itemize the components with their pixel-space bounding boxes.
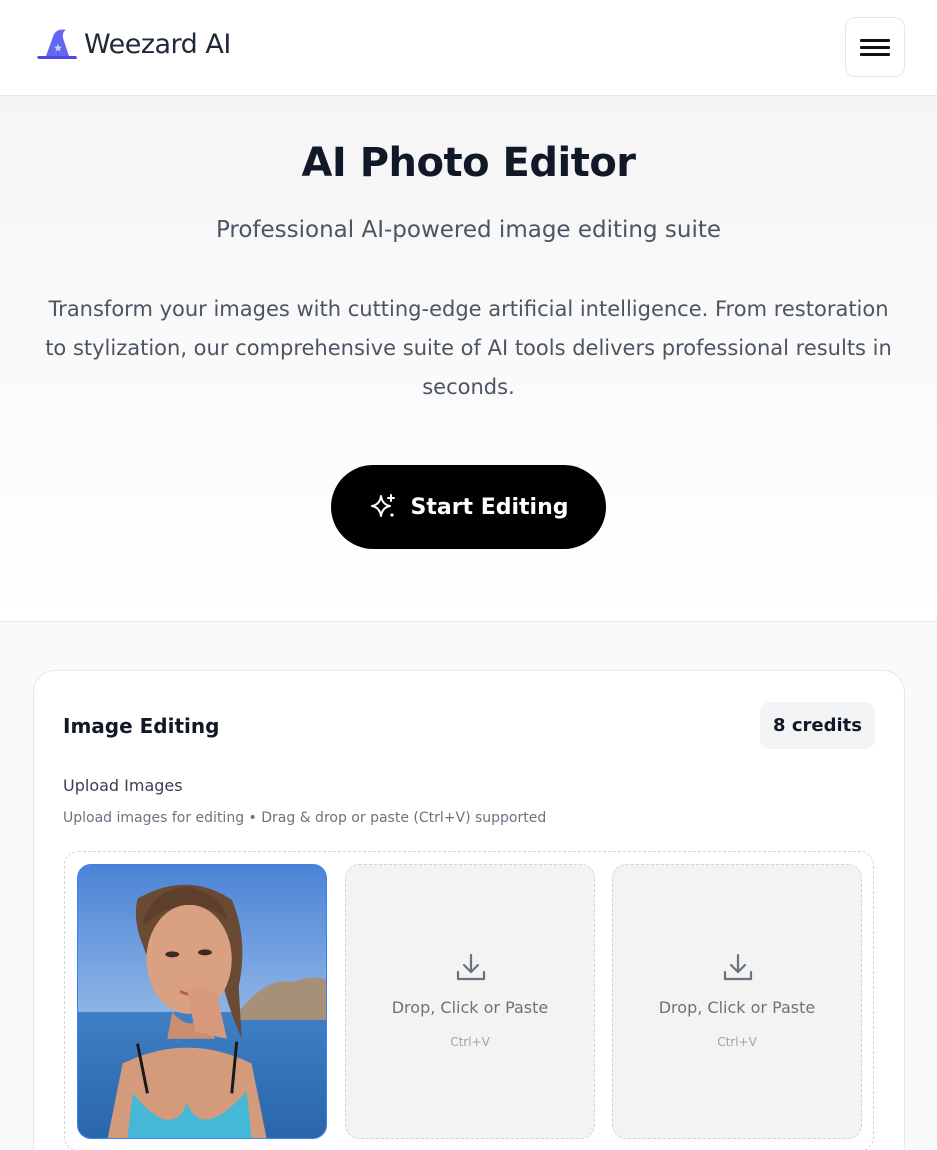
wizard-hat-icon — [37, 29, 77, 59]
page-title: AI Photo Editor — [301, 140, 636, 186]
hero-description: Transform your images with cutting-edge … — [45, 297, 892, 399]
logo-text: Weezard AI — [84, 28, 231, 60]
hero-subtitle: Professional AI-powered image editing su… — [215, 217, 722, 243]
download-tray-icon — [456, 953, 486, 981]
drop-label: Drop, Click or Paste — [391, 998, 549, 1017]
hamburger-menu-icon — [860, 38, 890, 42]
credits-badge: 8 credits — [760, 702, 875, 749]
paste-shortcut-hint: Ctrl+V — [450, 1035, 490, 1049]
uploaded-image-thumbnail[interactable] — [77, 864, 327, 1139]
upload-dropzone[interactable]: Drop, Click or Paste Ctrl+V Drop, Click … — [64, 851, 874, 1150]
menu-button[interactable] — [845, 17, 905, 77]
drop-label: Drop, Click or Paste — [658, 998, 816, 1017]
image-editing-card: Image Editing 8 credits Upload Images Up… — [33, 670, 905, 1150]
start-editing-label: Start Editing — [410, 494, 569, 520]
card-title: Image Editing — [63, 714, 220, 738]
download-tray-icon — [723, 953, 753, 981]
upload-help-text: Upload images for editing • Drag & drop … — [63, 810, 547, 826]
uploaded-photo — [78, 865, 326, 1138]
upload-slot[interactable]: Drop, Click or Paste Ctrl+V — [345, 864, 595, 1139]
hero-section: AI Photo Editor Professional AI-powered … — [0, 96, 937, 622]
paste-shortcut-hint: Ctrl+V — [717, 1035, 757, 1049]
logo[interactable]: Weezard AI — [36, 26, 231, 62]
upload-slot[interactable]: Drop, Click or Paste Ctrl+V — [612, 864, 862, 1139]
site-header: Weezard AI — [0, 0, 937, 96]
upload-label: Upload Images — [63, 776, 183, 795]
sparkle-icon — [371, 494, 396, 517]
start-editing-button[interactable]: Start Editing — [331, 465, 606, 549]
